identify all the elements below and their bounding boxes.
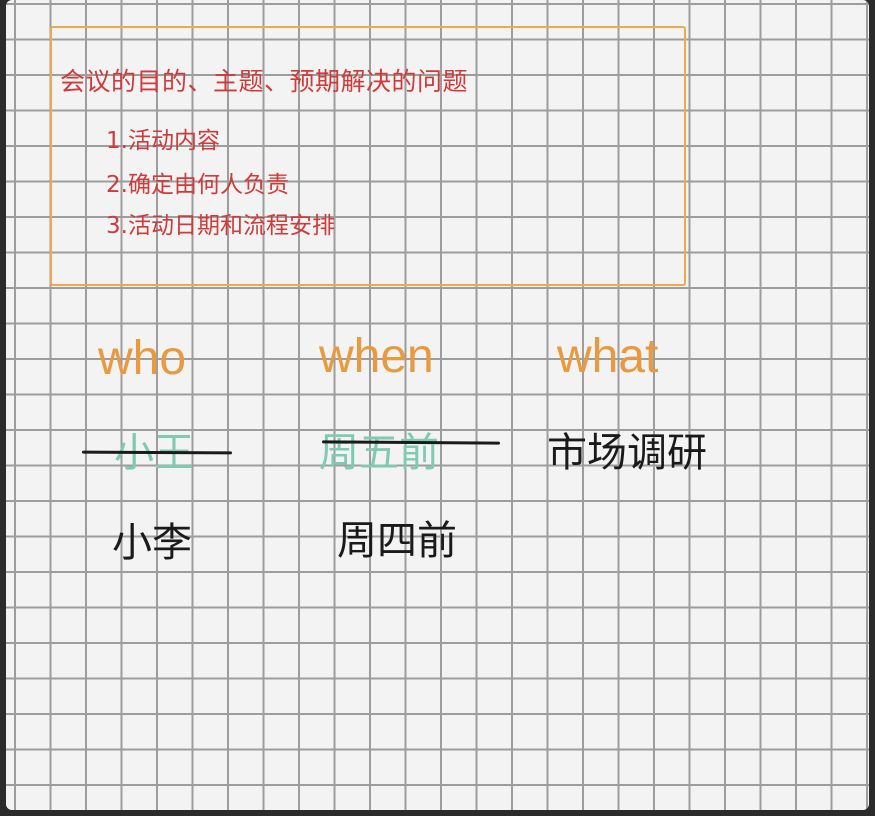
what-entry: 市场调研 <box>547 430 707 476</box>
grid-paper: 会议的目的、主题、预期解决的问题 1.活动内容 2.确定由何人负责 3.活动日期… <box>6 0 869 810</box>
agenda-title: 会议的目的、主题、预期解决的问题 <box>60 67 469 96</box>
when-entry: 周四前 <box>337 518 457 564</box>
struck-when-entry: 周五前 <box>319 430 439 476</box>
agenda-item-owner: 2.确定由何人负责 <box>106 172 289 198</box>
agenda-item-content: 1.活动内容 <box>106 128 220 154</box>
column-header-what: what <box>557 330 659 383</box>
agenda-item-schedule: 3.活动日期和流程安排 <box>106 213 335 239</box>
column-header-when: when <box>319 330 434 383</box>
struck-who-entry: 小王 <box>114 430 194 476</box>
strikethrough-line-who <box>81 450 233 455</box>
who-entry: 小李 <box>112 520 192 566</box>
column-header-who: who <box>98 332 187 385</box>
